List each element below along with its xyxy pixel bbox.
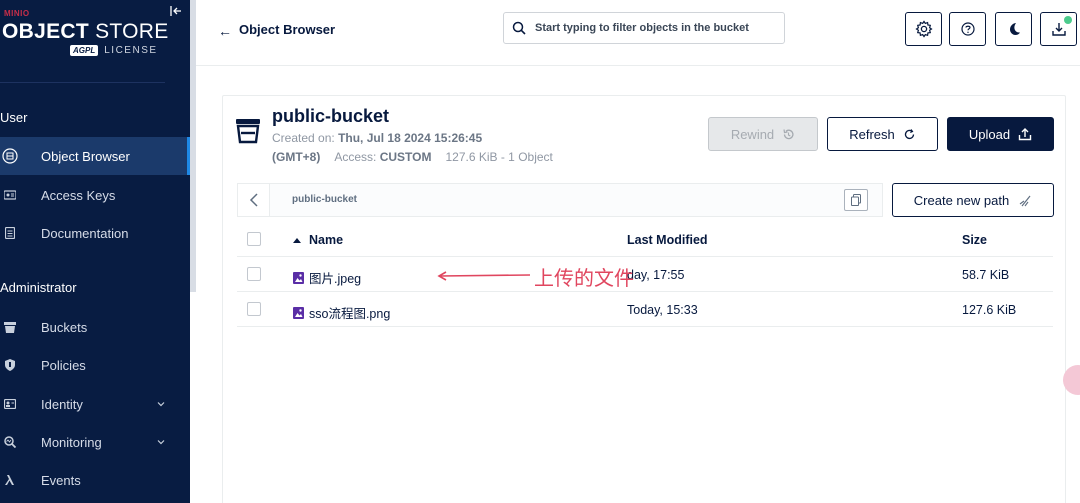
key-icon — [2, 187, 18, 203]
gear-icon — [914, 20, 933, 38]
upload-label: Upload — [968, 126, 1011, 142]
size-cell: 127.6 KiB — [962, 303, 1017, 317]
rewind-button[interactable]: Rewind — [708, 117, 818, 151]
help-icon — [960, 22, 975, 36]
sidebar: MINIO OBJECT STORE AGPL LICENSE User Obj… — [0, 0, 190, 503]
sidebar-item-label: Access Keys — [41, 187, 116, 203]
table-row[interactable]: sso流程图.png Today, 15:33 127.6 KiB — [237, 292, 1053, 327]
back-arrow-icon[interactable]: ← — [218, 23, 232, 39]
bucket-icon — [236, 119, 260, 144]
refresh-label: Refresh — [849, 126, 895, 142]
page-title: Object Browser — [239, 22, 336, 37]
section-administrator: Administrator — [0, 280, 77, 295]
lambda-icon — [2, 472, 18, 488]
top-header: ← Object Browser — [196, 0, 1080, 66]
sidebar-divider — [0, 82, 165, 83]
row-checkbox[interactable] — [247, 267, 261, 281]
current-path: public-bucket — [292, 194, 358, 205]
upload-icon — [1018, 128, 1032, 141]
agpl-badge: AGPL — [70, 45, 99, 56]
sidebar-item-label: Object Browser — [41, 148, 130, 164]
modified-cell: day, 17:55 — [627, 268, 685, 282]
sidebar-item-events[interactable]: Events — [0, 461, 190, 499]
notification-badge — [1064, 16, 1072, 24]
sidebar-item-label: Events — [41, 472, 81, 488]
bucket-meta: (GMT+8) Access: CUSTOM 127.6 KiB - 1 Objec… — [272, 150, 553, 164]
history-icon — [783, 128, 794, 139]
scrollbar-thumb[interactable] — [190, 292, 196, 503]
sidebar-item-label: Policies — [41, 357, 86, 373]
sidebar-item-label: Identity — [41, 396, 83, 412]
sidebar-item-label: Documentation — [41, 225, 129, 241]
section-user: User — [0, 110, 28, 125]
file-name-cell[interactable]: sso流程图.png — [293, 303, 390, 322]
license-text: LICENSE — [104, 45, 158, 56]
refresh-icon — [904, 128, 914, 139]
create-new-path-button[interactable]: Create new path — [892, 183, 1054, 217]
logo-title: OBJECT STORE — [2, 20, 169, 43]
downloads-button[interactable] — [1040, 12, 1077, 46]
image-file-icon — [293, 306, 304, 319]
search-input[interactable] — [535, 22, 775, 34]
copy-path-button[interactable] — [844, 189, 868, 211]
sidebar-item-object-browser[interactable]: Object Browser — [0, 137, 190, 175]
license-row: AGPL LICENSE — [70, 45, 158, 56]
sidebar-item-label: Buckets — [41, 319, 88, 335]
object-browser-icon — [2, 148, 18, 164]
annotation-text: 上传的文件 — [534, 268, 634, 290]
bucket-panel: public-bucket Created on: Thu, Jul 18 20… — [222, 95, 1066, 503]
modified-cell: Today, 15:33 — [627, 303, 698, 317]
search-box[interactable] — [503, 12, 785, 44]
table-row[interactable]: 图片.jpeg day, 17:55 58.7 KiB — [237, 257, 1053, 292]
path-breadcrumb: public-bucket — [237, 183, 883, 217]
column-size-header[interactable]: Size — [962, 233, 987, 247]
dark-mode-button[interactable] — [995, 12, 1032, 46]
sidebar-scrollbar[interactable] — [190, 0, 196, 503]
objects-table: Name Last Modified Size 图片.jpeg day, 17:… — [237, 222, 1053, 327]
column-name-header[interactable]: Name — [293, 233, 343, 247]
sidebar-item-monitoring[interactable]: Monitoring — [0, 423, 190, 461]
sidebar-item-label: Monitoring — [41, 434, 102, 450]
bucket-icon — [2, 319, 18, 335]
table-header-row: Name Last Modified Size — [237, 222, 1053, 257]
bucket-created: Created on: Thu, Jul 18 2024 15:26:45 — [272, 131, 483, 145]
row-checkbox[interactable] — [247, 302, 261, 316]
chevron-down-icon — [157, 440, 165, 445]
create-path-label: Create new path — [913, 192, 1010, 208]
rewind-label: Rewind — [730, 126, 775, 142]
sidebar-item-identity[interactable]: Identity — [0, 385, 190, 423]
sidebar-item-access-keys[interactable]: Access Keys — [0, 176, 190, 214]
help-button[interactable] — [949, 12, 986, 46]
identity-icon — [2, 396, 18, 412]
chevron-down-icon — [157, 402, 165, 407]
column-modified-header[interactable]: Last Modified — [627, 233, 708, 247]
copy-icon — [851, 194, 861, 206]
collapse-sidebar-icon[interactable] — [169, 4, 183, 18]
moon-icon — [1009, 23, 1020, 35]
logo-minio-text: MINIO — [4, 9, 30, 18]
search-icon — [512, 21, 526, 35]
path-back-button[interactable] — [238, 184, 270, 216]
size-cell: 58.7 KiB — [962, 268, 1010, 282]
sort-ascending-icon — [293, 237, 301, 243]
bucket-name: public-bucket — [272, 106, 390, 126]
select-all-checkbox[interactable] — [247, 232, 261, 246]
settings-button[interactable] — [905, 12, 942, 46]
annotation-arrow — [437, 271, 531, 281]
download-icon — [1051, 23, 1066, 36]
sidebar-item-documentation[interactable]: Documentation — [0, 214, 190, 252]
upload-button[interactable]: Upload — [947, 117, 1054, 151]
image-file-icon — [293, 271, 304, 284]
shield-icon — [2, 357, 18, 373]
doc-icon — [2, 225, 18, 241]
file-name-cell[interactable]: 图片.jpeg — [293, 268, 361, 287]
monitoring-icon — [2, 434, 18, 450]
chevron-left-icon — [249, 193, 258, 207]
sidebar-item-buckets[interactable]: Buckets — [0, 308, 190, 346]
sidebar-item-policies[interactable]: Policies — [0, 346, 190, 384]
new-path-icon — [1019, 195, 1031, 206]
refresh-button[interactable]: Refresh — [827, 117, 938, 151]
